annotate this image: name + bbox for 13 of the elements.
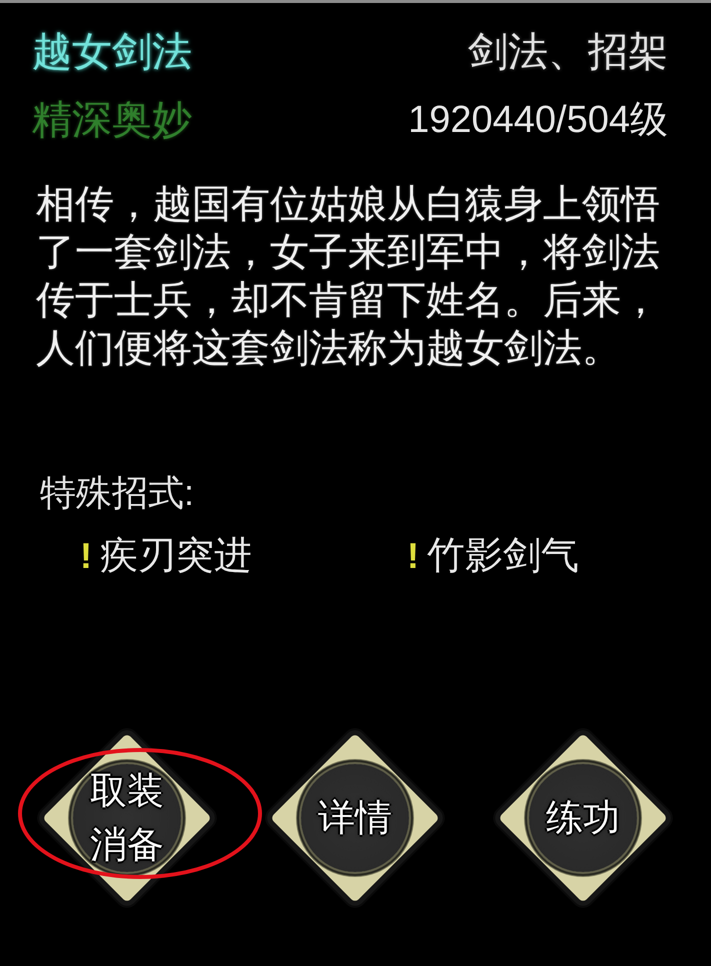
special-move-name: 竹影剑气 bbox=[427, 534, 579, 579]
mastery-level-text: 精深奥妙 bbox=[32, 96, 192, 144]
action-button[interactable]: 练功 bbox=[498, 733, 668, 903]
skill-type-text: 剑法、招架 bbox=[467, 28, 668, 76]
skill-progress-text: 1920440/504级 bbox=[408, 98, 668, 143]
section-heading: 特殊招式: bbox=[40, 471, 194, 515]
special-move-name: 疾刃突进 bbox=[100, 534, 252, 579]
action-button[interactable]: 详情 bbox=[270, 733, 440, 903]
exclamation-mark: ! bbox=[80, 534, 92, 578]
exclamation-mark: ! bbox=[407, 534, 419, 578]
skill-description: 相传，越国有位姑娘从白猿身上领悟了一套剑法，女子来到军中，将剑法传于士兵，却不肯留下姓名。后来，人们便将这套剑法称为越女剑法。 bbox=[36, 182, 661, 372]
skill-name: 越女剑法 bbox=[32, 28, 192, 76]
action-button[interactable]: 取装 消备 bbox=[42, 733, 212, 903]
